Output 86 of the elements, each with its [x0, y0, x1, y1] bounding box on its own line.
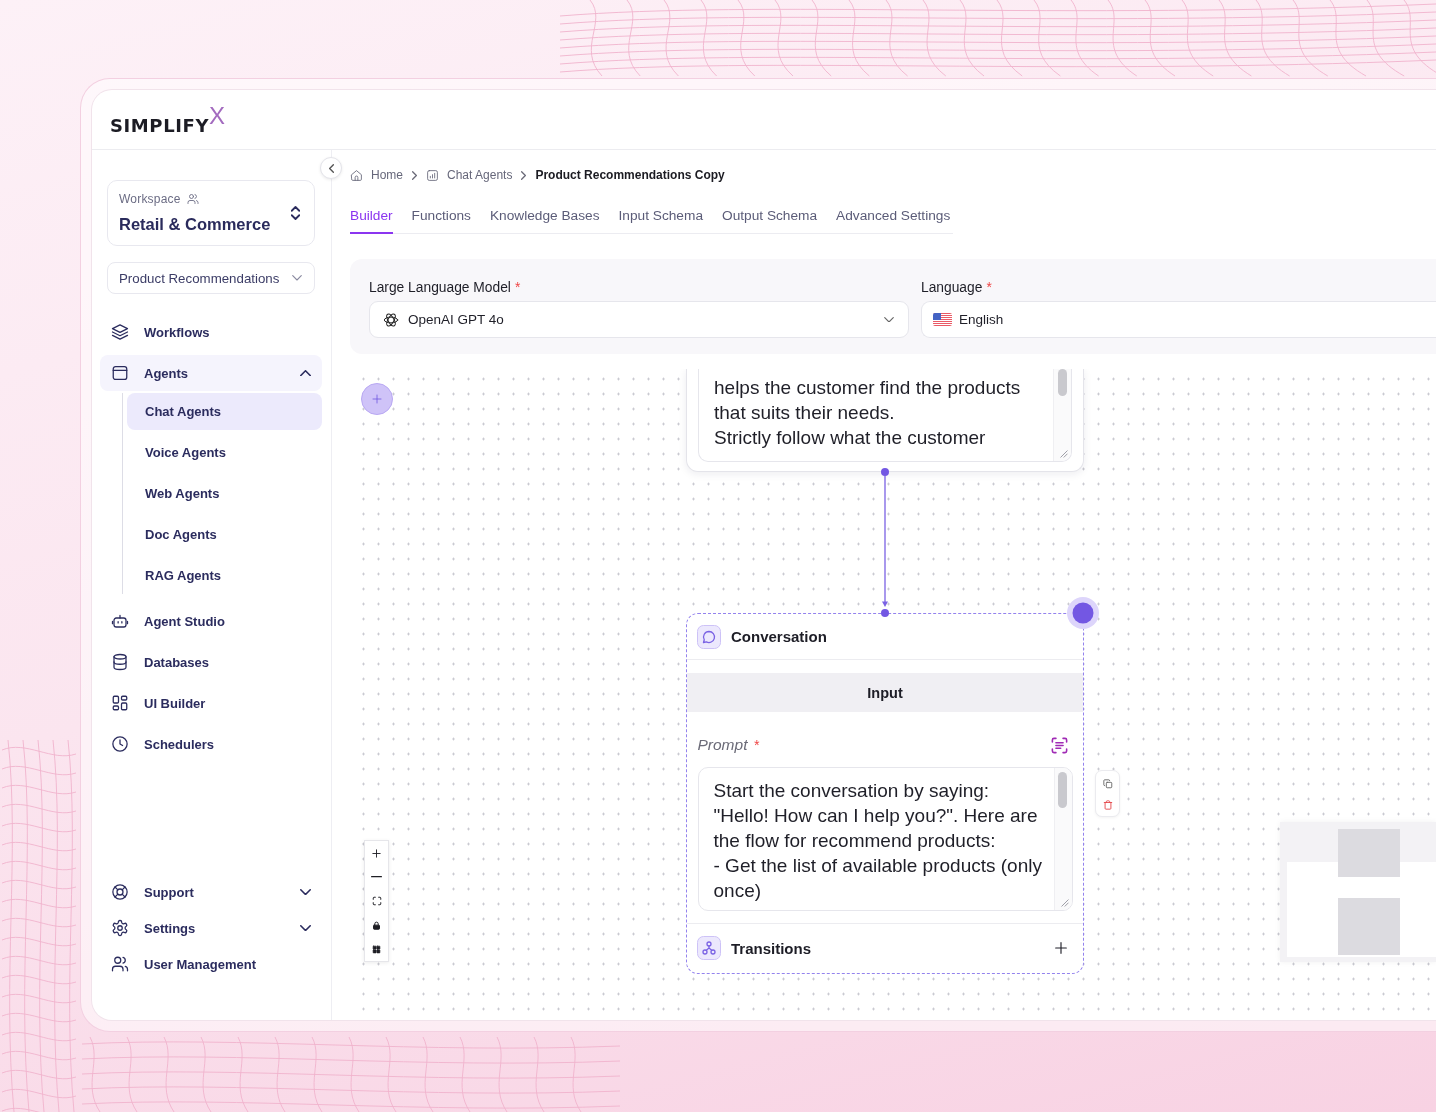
field-label: Prompt — [697, 736, 748, 754]
chat-bubble-icon — [697, 624, 721, 649]
resize-handle-icon — [1060, 450, 1068, 458]
node-card[interactable]: helps the customer find the products that suits their needs. Strictly follow what the customer — [686, 369, 1084, 472]
workspace-name: Retail & Commerce — [119, 214, 271, 234]
breadcrumb-link[interactable]: Chat Agents — [426, 168, 513, 182]
breadcrumb-link[interactable]: Home — [350, 168, 403, 182]
nav-item[interactable]: Workflows — [100, 314, 322, 350]
frame-corners-icon — [371, 896, 382, 906]
minimap-node — [1338, 829, 1400, 877]
layout-grid-icon — [111, 694, 129, 712]
chevron-left-icon — [328, 163, 334, 173]
chart-icon — [426, 168, 439, 182]
handle-dot-icon[interactable] — [1067, 597, 1099, 629]
grid-icon — [372, 944, 381, 954]
nav-subitem[interactable]: RAG Agents — [127, 557, 322, 594]
handle-dot-icon[interactable] — [881, 609, 889, 617]
nav-item[interactable]: Agents — [100, 355, 322, 391]
tab[interactable]: Advanced Settings — [836, 200, 951, 234]
add-node-button[interactable] — [361, 383, 393, 415]
field-label: Large Language Model — [369, 279, 511, 295]
text-scan-icon[interactable] — [1050, 735, 1069, 755]
handle-dot-icon[interactable] — [881, 468, 889, 476]
prompt-field[interactable]: Start the conversation by saying: "Hello! How can I help you?". Here are the flow for recommend products: - Get the list of available products (only once) — [697, 767, 1073, 911]
nav-item[interactable]: Settings — [100, 910, 322, 946]
nav-item[interactable]: Schedulers — [100, 726, 322, 762]
model-select[interactable]: OpenAI GPT 4o — [369, 301, 909, 338]
plus-icon — [1053, 940, 1069, 956]
nav-subitem[interactable]: Chat Agents — [127, 393, 322, 430]
tab[interactable]: Knowledge Bases — [489, 200, 600, 234]
field-label: Language — [921, 279, 983, 295]
workspace-switcher[interactable]: Workspace Retail & Commerce — [107, 180, 315, 246]
nav-subitem[interactable]: Web Agents — [127, 475, 322, 512]
chevron-up-down-icon — [291, 206, 300, 220]
scrollbar-thumb[interactable] — [1058, 772, 1067, 808]
chevron-down-icon — [292, 275, 302, 281]
minus-icon — [371, 876, 382, 878]
node-title: Conversation — [731, 628, 827, 645]
trash-icon[interactable] — [1102, 800, 1113, 810]
layers-icon — [111, 323, 129, 341]
chevron-right-icon — [521, 170, 527, 180]
required-mark: * — [514, 279, 521, 295]
nav-item[interactable]: UI Builder — [100, 685, 322, 721]
users-icon — [186, 193, 199, 205]
tab[interactable]: Output Schema — [722, 200, 818, 234]
tab[interactable]: Builder — [350, 200, 393, 234]
chevron-down-icon — [884, 316, 894, 323]
plus-icon — [371, 393, 383, 405]
nav-item[interactable]: Agent Studio — [100, 603, 322, 639]
section-header: Input — [687, 673, 1083, 712]
add-transition-button[interactable] — [1053, 940, 1069, 956]
minimap-node — [1338, 898, 1400, 955]
settings-icon — [111, 919, 129, 937]
users-icon — [111, 955, 129, 973]
tab[interactable]: Input Schema — [618, 200, 703, 234]
required-mark: * — [986, 279, 992, 295]
resize-handle-icon — [1060, 899, 1069, 907]
section-title: Transitions — [731, 939, 812, 957]
chevron-right-icon — [412, 170, 417, 180]
lock-icon — [372, 920, 381, 930]
node-card[interactable]: Conversation Input Prompt * Start the conversation by saying: "Hello! How can I help you?". Here are the flow for recommend products: - Get the list of available products (only once) Transitions — [686, 613, 1084, 974]
home-icon — [350, 168, 363, 182]
robot-icon — [111, 612, 129, 630]
nav-subitem[interactable]: Doc Agents — [127, 516, 322, 553]
collapse-sidebar-button[interactable] — [320, 157, 342, 179]
prompt-field[interactable]: helps the customer find the products that suits their needs. Strictly follow what the customer — [698, 369, 1072, 462]
tab[interactable]: Functions — [411, 200, 471, 234]
node-tree-icon — [697, 936, 721, 960]
nav-item[interactable]: Databases — [100, 644, 322, 680]
project-select[interactable]: Product Recommendations — [107, 262, 315, 294]
nav-item[interactable]: Support — [100, 874, 322, 910]
lifebuoy-icon — [111, 883, 129, 901]
nav-item[interactable]: User Management — [100, 946, 322, 982]
breadcrumb-current: Product Recommendations Copy — [535, 168, 725, 182]
language-select[interactable]: English — [921, 301, 1436, 338]
window-icon — [111, 364, 129, 382]
atom-icon — [383, 311, 399, 328]
required-mark: * — [753, 737, 759, 753]
copy-icon[interactable] — [1102, 779, 1113, 789]
scrollbar-thumb[interactable] — [1057, 369, 1067, 396]
clock-icon — [111, 735, 129, 753]
database-icon — [111, 653, 129, 671]
plus-icon — [371, 847, 382, 859]
nav-subitem[interactable]: Voice Agents — [127, 434, 322, 471]
workspace-label: Workspace — [119, 192, 181, 206]
flag-icon — [933, 313, 952, 326]
